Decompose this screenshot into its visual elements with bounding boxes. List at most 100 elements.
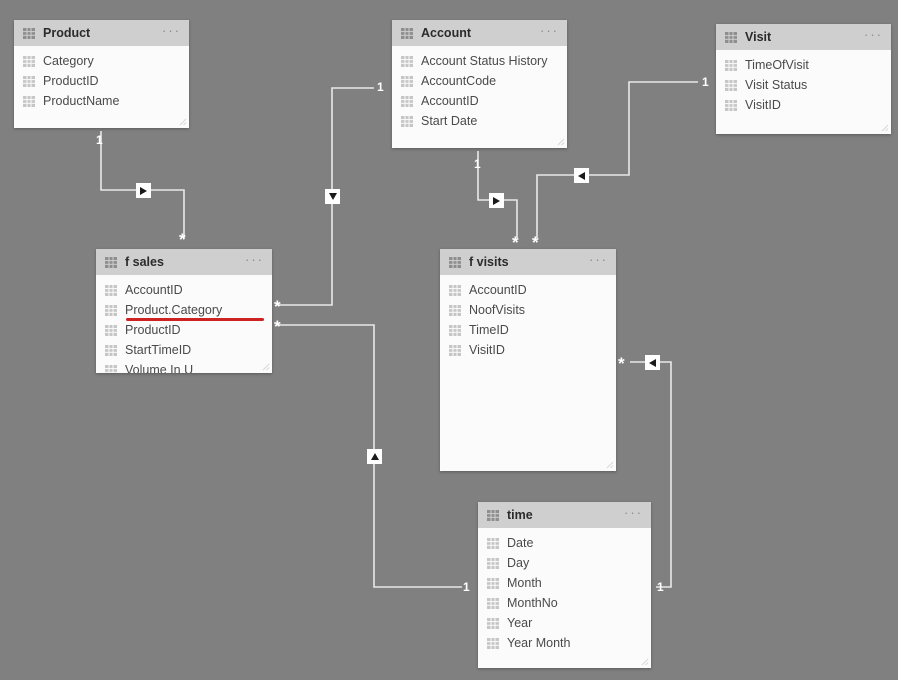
table-menu-time[interactable]: ···: [624, 506, 643, 521]
field-icon: [401, 55, 413, 67]
field-row[interactable]: TimeOfVisit: [716, 55, 891, 75]
table-menu-product[interactable]: ···: [162, 24, 181, 39]
field-icon: [725, 79, 737, 91]
field-list-f-visits: AccountID NoofVisits TimeID VisitID: [440, 275, 616, 360]
relationship-arrow-fvisits-time[interactable]: [645, 355, 660, 370]
field-row[interactable]: Account Status History: [392, 51, 567, 71]
field-row[interactable]: Day: [478, 553, 651, 573]
field-label: TimeOfVisit: [745, 58, 809, 72]
cardinality-product-one: 1: [96, 133, 103, 147]
field-icon: [725, 99, 737, 111]
field-row[interactable]: AccountID: [440, 280, 616, 300]
field-label: AccountID: [421, 94, 479, 108]
field-row[interactable]: ProductID: [96, 320, 272, 340]
field-row[interactable]: Category: [14, 51, 189, 71]
field-row[interactable]: VisitID: [716, 95, 891, 115]
field-label: Start Date: [421, 114, 478, 128]
cardinality-account2-one: 1: [474, 157, 481, 171]
table-menu-f-sales[interactable]: ···: [245, 253, 264, 268]
field-row[interactable]: Start Date: [392, 111, 567, 131]
field-list-product: Category ProductID ProductName: [14, 46, 189, 111]
field-row[interactable]: NoofVisits: [440, 300, 616, 320]
cardinality-fvisits-many-visit: *: [532, 233, 539, 252]
field-label: Year Month: [507, 636, 571, 650]
table-header-time[interactable]: time ···: [478, 502, 651, 528]
table-title-time: time: [507, 508, 533, 522]
field-row[interactable]: AccountCode: [392, 71, 567, 91]
field-list-f-sales: AccountID Product.Category ProductID Sta…: [96, 275, 272, 373]
field-row[interactable]: Date: [478, 533, 651, 553]
field-label: Month: [507, 576, 542, 590]
resize-grip-icon[interactable]: [641, 658, 649, 666]
table-card-f-visits[interactable]: f visits ··· AccountID NoofVisits TimeID…: [440, 249, 616, 471]
table-header-visit[interactable]: Visit ···: [716, 24, 891, 50]
field-row[interactable]: Month: [478, 573, 651, 593]
field-label: AccountCode: [421, 74, 497, 88]
field-label: MonthNo: [507, 596, 558, 610]
field-label: AccountID: [469, 283, 527, 297]
table-icon: [23, 27, 35, 39]
field-row[interactable]: ProductID: [14, 71, 189, 91]
cardinality-account-one: 1: [377, 80, 384, 94]
relationship-arrow-product-fsales[interactable]: [136, 183, 151, 198]
field-label: VisitID: [469, 343, 505, 357]
relationship-arrow-visit-fvisits[interactable]: [574, 168, 589, 183]
field-label: NoofVisits: [469, 303, 526, 317]
resize-grip-icon[interactable]: [262, 363, 270, 371]
table-card-f-sales[interactable]: f sales ··· AccountID Product.Category P…: [96, 249, 272, 373]
table-card-visit[interactable]: Visit ··· TimeOfVisit Visit Status Visit…: [716, 24, 891, 134]
field-row[interactable]: Year Month: [478, 633, 651, 653]
relationship-arrow-account-fsales[interactable]: [325, 189, 340, 204]
table-menu-account[interactable]: ···: [540, 24, 559, 39]
resize-grip-icon[interactable]: [881, 124, 889, 132]
field-icon: [449, 284, 461, 296]
cardinality-fsales-many-prod: *: [179, 230, 186, 249]
resize-grip-icon[interactable]: [179, 118, 187, 126]
arrow-left-icon: [578, 171, 585, 180]
field-row[interactable]: Year: [478, 613, 651, 633]
table-card-time[interactable]: time ··· Date Day Month MonthNo Year Yea…: [478, 502, 651, 668]
resize-grip-icon[interactable]: [606, 461, 614, 469]
field-icon: [401, 75, 413, 87]
field-list-visit: TimeOfVisit Visit Status VisitID: [716, 50, 891, 115]
field-row[interactable]: AccountID: [392, 91, 567, 111]
field-row[interactable]: MonthNo: [478, 593, 651, 613]
table-menu-f-visits[interactable]: ···: [589, 253, 608, 268]
table-card-product[interactable]: Product ··· Category ProductID ProductNa…: [14, 20, 189, 128]
table-menu-visit[interactable]: ···: [864, 28, 883, 43]
table-icon: [487, 509, 499, 521]
resize-grip-icon[interactable]: [557, 138, 565, 146]
field-row[interactable]: ProductName: [14, 91, 189, 111]
table-header-f-visits[interactable]: f visits ···: [440, 249, 616, 275]
field-icon: [449, 324, 461, 336]
field-icon: [105, 324, 117, 336]
field-icon: [487, 597, 499, 609]
cardinality-fvisits-many-acct: *: [512, 233, 519, 252]
cardinality-time-one-sales: 1: [463, 580, 470, 594]
table-title-f-visits: f visits: [469, 255, 509, 269]
field-label: Category: [43, 54, 94, 68]
arrow-down-icon: [328, 193, 337, 200]
field-icon: [487, 637, 499, 649]
field-row-highlighted[interactable]: Product.Category: [96, 300, 272, 321]
field-label: Product.Category: [125, 303, 223, 317]
field-row[interactable]: TimeID: [440, 320, 616, 340]
table-card-account[interactable]: Account ··· Account Status History Accou…: [392, 20, 567, 148]
field-row[interactable]: StartTimeID: [96, 340, 272, 360]
table-header-account[interactable]: Account ···: [392, 20, 567, 46]
relationship-arrow-fsales-time[interactable]: [367, 449, 382, 464]
field-icon: [487, 617, 499, 629]
field-label: Date: [507, 536, 534, 550]
table-header-product[interactable]: Product ···: [14, 20, 189, 46]
table-title-visit: Visit: [745, 30, 772, 44]
relationship-arrow-account-fvisits[interactable]: [489, 193, 504, 208]
field-row[interactable]: VisitID: [440, 340, 616, 360]
field-icon: [487, 537, 499, 549]
field-label: Year: [507, 616, 533, 630]
field-row[interactable]: Visit Status: [716, 75, 891, 95]
table-header-f-sales[interactable]: f sales ···: [96, 249, 272, 275]
field-icon: [105, 304, 117, 316]
table-icon: [725, 31, 737, 43]
field-row[interactable]: Volume In U: [96, 360, 272, 373]
field-row[interactable]: AccountID: [96, 280, 272, 300]
